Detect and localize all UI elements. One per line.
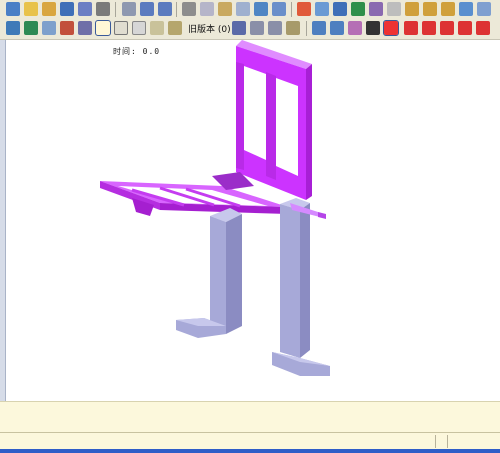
status-bar (0, 432, 500, 450)
chair-mechanism-model[interactable] (0, 0, 500, 453)
windows-taskbar (0, 449, 500, 453)
front-right-leg (272, 198, 330, 376)
message-area (0, 401, 500, 433)
status-divider (447, 435, 448, 448)
backrest-frame (236, 40, 312, 200)
rear-left-leg (176, 208, 242, 338)
status-divider (435, 435, 436, 448)
